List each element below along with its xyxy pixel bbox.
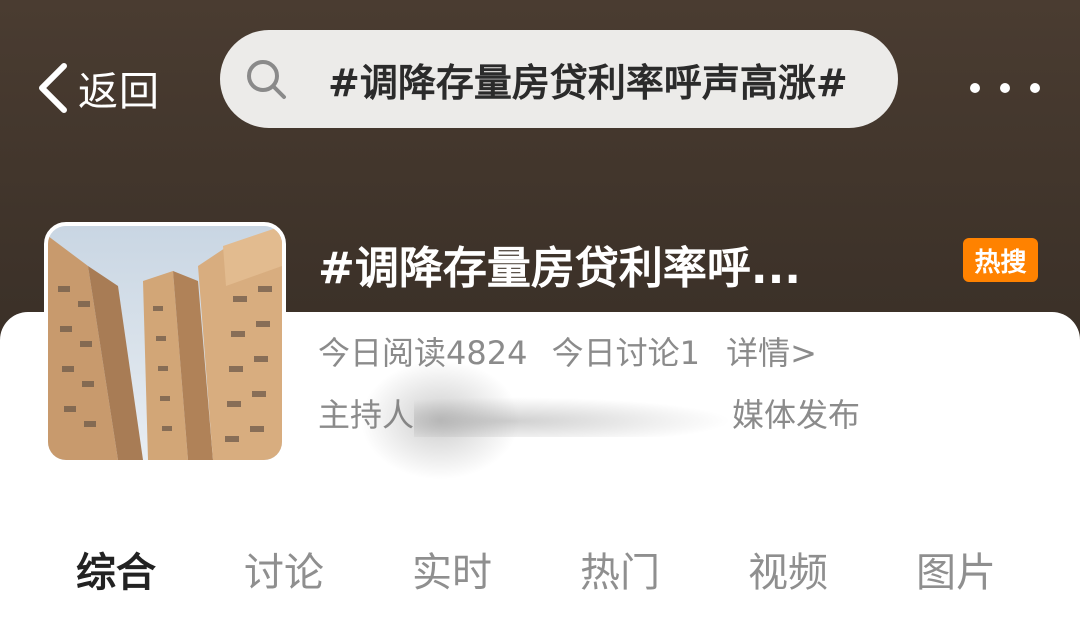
- more-dot-icon: [1000, 83, 1010, 93]
- redaction-blur: [360, 360, 520, 480]
- more-dot-icon: [1030, 83, 1040, 93]
- chevron-left-icon: [39, 63, 67, 113]
- hot-search-badge: 热搜: [963, 238, 1038, 282]
- search-bar[interactable]: #调降存量房贷利率呼声高涨#: [220, 30, 898, 128]
- tab-images[interactable]: 图片: [916, 540, 996, 598]
- tab-popular[interactable]: 热门: [580, 540, 660, 598]
- more-menu-button[interactable]: [970, 72, 1040, 104]
- back-button[interactable]: 返回: [34, 58, 160, 118]
- topic-title: #调降存量房贷利率呼...: [318, 243, 802, 294]
- topic-tabs: 综合 讨论 实时 热门 视频 图片: [0, 540, 1080, 610]
- apartment-buildings-image: [48, 226, 282, 460]
- host-media-label: 媒体发布: [732, 396, 861, 434]
- tab-realtime[interactable]: 实时: [412, 540, 492, 598]
- search-icon: [247, 60, 286, 99]
- tab-video[interactable]: 视频: [748, 540, 828, 598]
- details-link[interactable]: 详情>: [726, 334, 817, 372]
- back-label: 返回: [78, 69, 160, 115]
- tab-comprehensive[interactable]: 综合: [76, 540, 156, 598]
- more-dot-icon: [970, 83, 980, 93]
- topic-cover-image[interactable]: [44, 222, 286, 464]
- tab-discussion[interactable]: 讨论: [244, 540, 324, 598]
- search-query: #调降存量房贷利率呼声高涨#: [328, 60, 848, 105]
- discussion-count: 今日讨论1: [551, 334, 700, 372]
